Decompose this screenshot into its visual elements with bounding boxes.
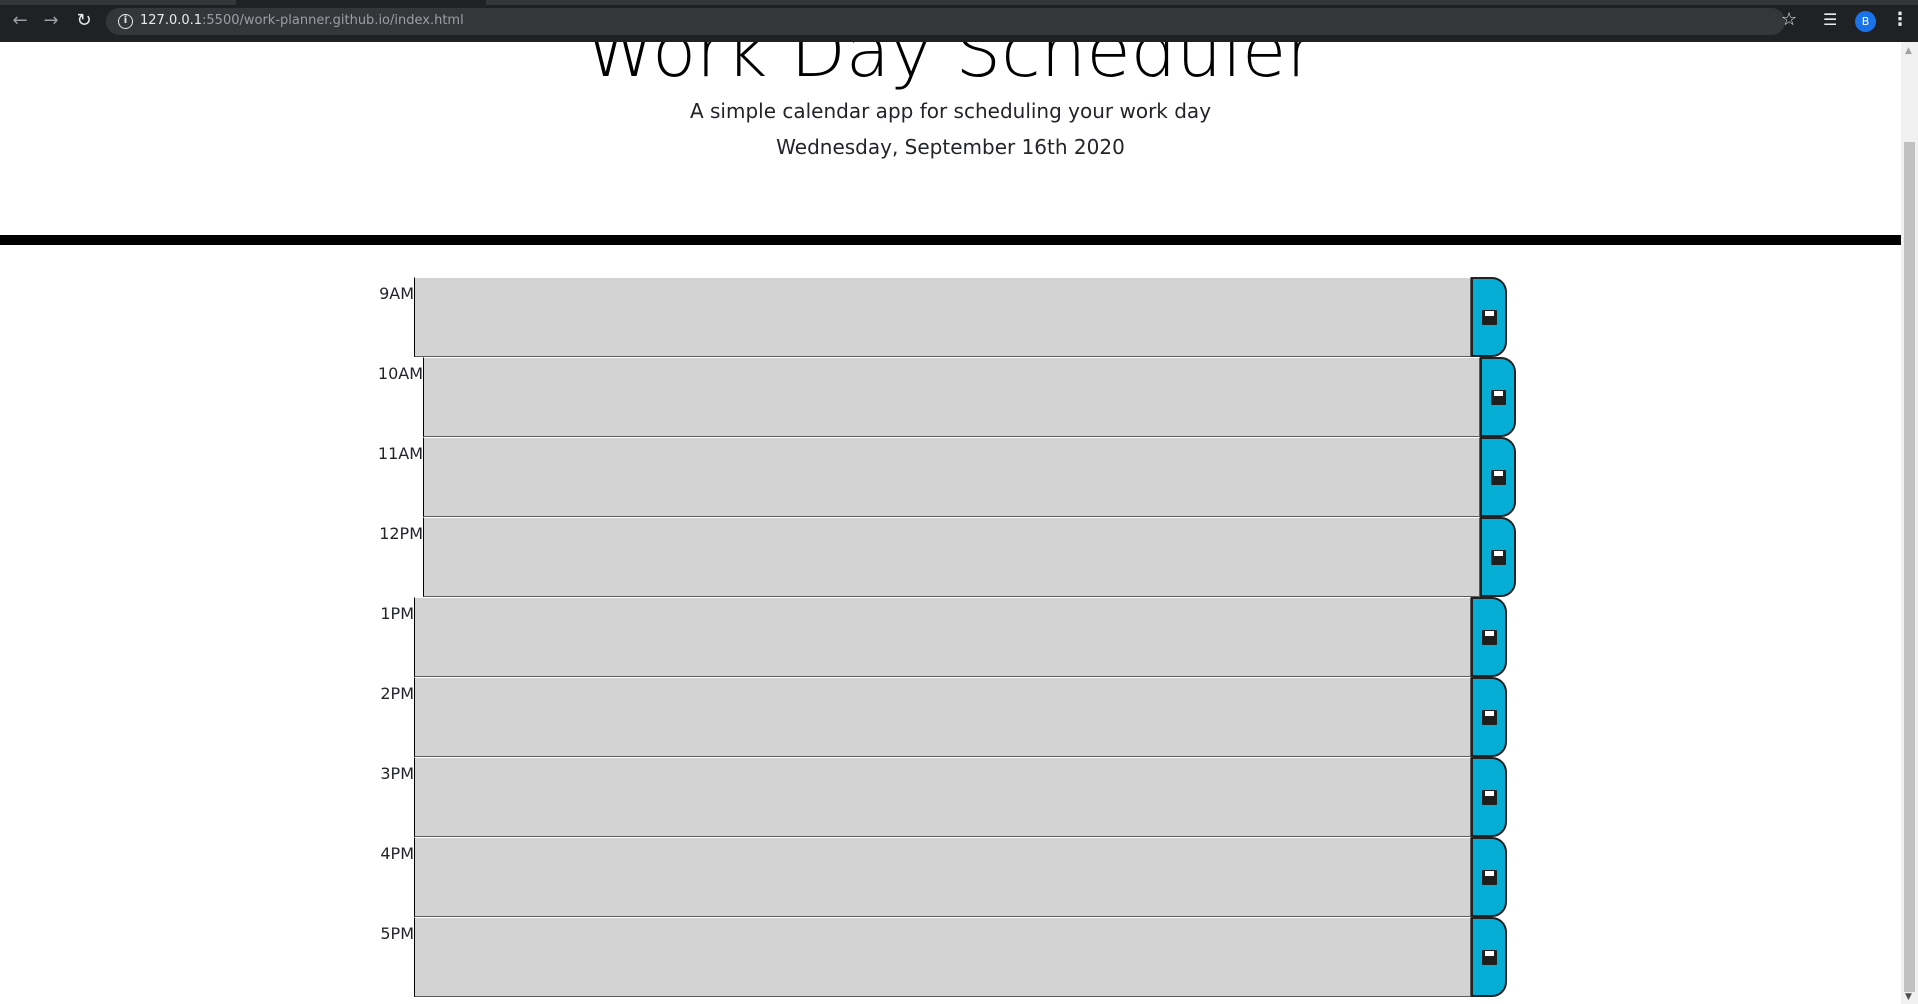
vertical-scrollbar[interactable]: ▲ ▼	[1901, 42, 1918, 1004]
browser-toolbar: ← → ↻ i 127.0.0.1:5500/work-planner.gith…	[0, 0, 1918, 42]
time-block-row: 3PM	[372, 757, 1507, 837]
hour-label: 1PM	[380, 604, 414, 623]
save-button[interactable]	[1471, 677, 1507, 757]
event-description-input[interactable]	[414, 277, 1471, 357]
page-viewport: Work Day Scheduler A simple calendar app…	[0, 42, 1901, 1004]
bookmark-star-icon[interactable]: ☆	[1781, 9, 1797, 31]
time-block-row: 12PM	[372, 517, 1516, 597]
floppy-disk-icon	[1490, 469, 1506, 485]
event-description-input[interactable]	[423, 517, 1480, 597]
save-button[interactable]	[1480, 437, 1516, 517]
header-divider	[0, 235, 1901, 245]
url-text[interactable]: 127.0.0.1:5500/work-planner.github.io/in…	[140, 13, 464, 28]
hour-label: 12PM	[379, 524, 423, 543]
hour-label: 9AM	[379, 284, 414, 303]
event-description-input[interactable]	[414, 677, 1471, 757]
page-title: Work Day Scheduler	[585, 42, 1316, 93]
floppy-disk-icon	[1481, 949, 1497, 965]
time-block-row: 9AM	[372, 277, 1507, 357]
floppy-disk-icon	[1481, 309, 1497, 325]
save-button[interactable]	[1480, 357, 1516, 437]
time-block-row: 5PM	[372, 917, 1507, 997]
scroll-up-arrow-icon[interactable]: ▲	[1905, 46, 1912, 56]
event-description-input[interactable]	[414, 917, 1471, 997]
time-block-row: 2PM	[372, 677, 1507, 757]
floppy-disk-icon	[1481, 869, 1497, 885]
address-bar[interactable]: i 127.0.0.1:5500/work-planner.github.io/…	[106, 8, 1785, 35]
event-description-input[interactable]	[414, 597, 1471, 677]
time-block-row: 11AM	[372, 437, 1516, 517]
media-queue-icon[interactable]: ☰	[1823, 9, 1837, 31]
event-description-input[interactable]	[423, 437, 1480, 517]
save-button[interactable]	[1471, 597, 1507, 677]
floppy-disk-icon	[1490, 549, 1506, 565]
event-description-input[interactable]	[423, 357, 1480, 437]
scroll-down-arrow-icon[interactable]: ▼	[1905, 992, 1912, 1002]
event-description-input[interactable]	[414, 837, 1471, 917]
hour-label: 5PM	[380, 924, 414, 943]
save-button[interactable]	[1480, 517, 1516, 597]
hour-label: 11AM	[377, 444, 423, 463]
reload-icon[interactable]: ↻	[73, 10, 95, 32]
save-button[interactable]	[1471, 277, 1507, 357]
browser-menu-icon[interactable]: ⋮	[1891, 9, 1909, 31]
hour-label: 3PM	[380, 764, 414, 783]
hour-label: 4PM	[380, 844, 414, 863]
current-day: Wednesday, September 16th 2020	[776, 135, 1125, 159]
url-path: :5500/work-planner.github.io/index.html	[202, 13, 464, 28]
event-description-input[interactable]	[414, 757, 1471, 837]
site-info-icon[interactable]: i	[118, 14, 133, 29]
page-subtitle: A simple calendar app for scheduling you…	[689, 99, 1212, 123]
floppy-disk-icon	[1481, 629, 1497, 645]
save-button[interactable]	[1471, 837, 1507, 917]
floppy-disk-icon	[1481, 709, 1497, 725]
back-arrow-icon[interactable]: ←	[9, 10, 31, 32]
hour-label: 10AM	[377, 364, 423, 383]
floppy-disk-icon	[1490, 389, 1506, 405]
forward-arrow-icon[interactable]: →	[40, 10, 62, 32]
time-block-row: 1PM	[372, 597, 1507, 677]
profile-avatar[interactable]: B	[1855, 11, 1876, 32]
time-block-row: 10AM	[372, 357, 1516, 437]
url-host: 127.0.0.1	[140, 13, 203, 28]
time-block-row: 4PM	[372, 837, 1507, 917]
hour-label: 2PM	[380, 684, 414, 703]
floppy-disk-icon	[1481, 789, 1497, 805]
save-button[interactable]	[1471, 917, 1507, 997]
active-tab[interactable]	[236, 0, 486, 5]
scrollbar-thumb[interactable]	[1904, 142, 1915, 992]
save-button[interactable]	[1471, 757, 1507, 837]
